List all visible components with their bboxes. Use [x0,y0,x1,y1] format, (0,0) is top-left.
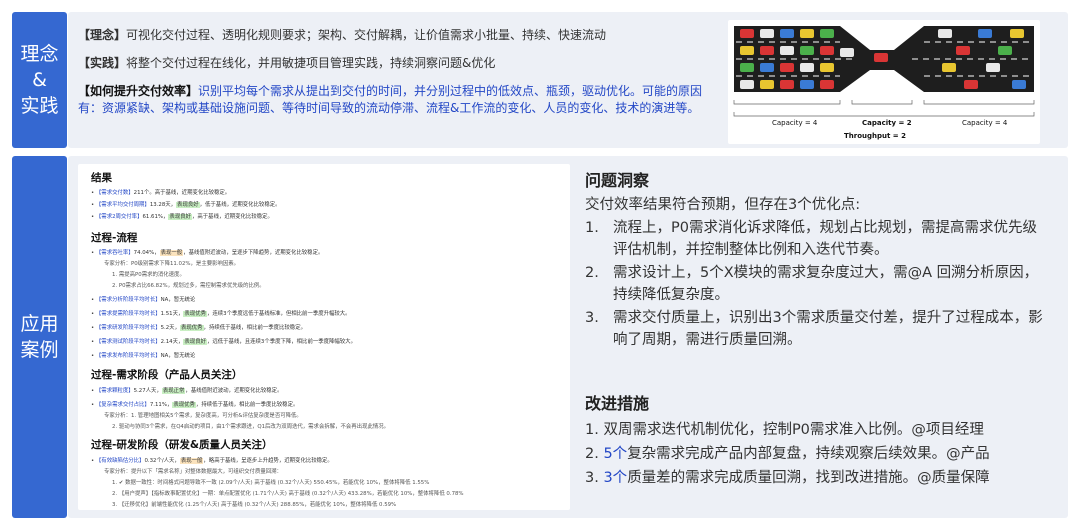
report-screenshot: 结果 • 【需求交付数】211个。高于基线，近期变化比较稳定。 • 【需求平均交… [78,164,570,510]
section-label-line: 理念 [20,43,59,65]
item-number: 3. [585,310,599,326]
tag: 【如何提升交付效率】 [78,84,199,98]
report-subline: 1. 需提高P0需求的消化速度。 [112,272,185,278]
report-heading: 过程-研发阶段（研发&质量人员关注） [91,439,273,451]
section-label-case: 应用 案例 [12,156,67,518]
insight-intro: 交付效率结果符合预期，但存在3个优化点: [585,197,861,213]
report-subline: 2. 驱动与协同3个需求，在Q4启动的项目，由1个需求跟进，Q1后改为双周迭代，… [112,424,390,430]
concept-line-idea: 【理念】可视化交付过程、透明化规则要求；架构、交付解耦，让价值需求小批量、持续、… [78,26,606,43]
improvement-title: 改进措施 [585,394,650,413]
section-label-line: & [32,69,47,91]
capacity-mid-label: Capacity = 2 [862,119,912,127]
text: 将整个交付过程在线化，并用敏捷项目管理实践，持续洞察问题&优化 [126,56,496,70]
improvement-item: 3. 3个质量差的需求完成质量回溯，找到改进措施。@质量保障 [585,470,990,486]
report-line: • 【需求交付数】211个。高于基线，近期变化比较稳定。 [91,190,231,196]
section-label-line: 案例 [20,339,59,361]
report-line: • 【需求吞吐率】74.04%，表现一般，基线值附近波动，呈逐步下降趋势，近期变… [91,250,324,256]
improvement-item: 2. 5个复杂需求完成产品内部复盘，持续观察后续效果。@产品 [585,446,990,462]
item-text: 需求设计上，5个X模块的需求复杂度过大，需@A 回溯分析原因，持续降低复杂度。 [613,265,1039,303]
report-line: • 【需求分析阶段平均时长】NA，暂无统论 [91,297,196,303]
report-line: • 【需求2周交付率】61.61%，表现良好，高于基线，近期变化比较稳定。 [91,214,273,220]
case-panel: 结果 • 【需求交付数】211个。高于基线，近期变化比较稳定。 • 【需求平均交… [68,156,1068,518]
report-subline: 2. P0需求占比66.82%，规划过多，需控制需求优先级的比例。 [112,283,265,289]
insight-item: 3. 需求交付质量上，识别出3个需求质量交付差，提升了过程成本，影响了周期，需进… [585,307,1043,348]
capacity-left-label: Capacity = 4 [772,119,818,127]
report-line: • 【需求测试阶段平均时长】2.14天，表现良好，远低于基线，且连续3个季度下降… [91,339,356,345]
tag: 【理念】 [78,28,127,42]
report-subline: 专家分析：提升以下「需求名称」对整体数据最大，可组织交付质量回溯： [104,469,282,475]
report-line: • 【需求研发阶段平均时长】5.2天，表现优秀，持续低于基线，相比前一季度比较稳… [91,325,306,331]
section-label-line: 应用 [20,313,59,335]
report-heading: 结果 [91,172,112,184]
item-number: 1. [585,220,599,236]
report-subline: 2. 【用户提声】【指标故事配置优化】一期：单点配置优化 (1.71个/人天) … [112,491,464,497]
concept-line-practice: 【实践】将整个交付过程在线化，并用敏捷项目管理实践，持续洞察问题&优化 [78,54,495,71]
concept-line-efficiency: 【如何提升交付效率】识别平均每个需求从提出到交付的时间，并分别过程中的低效点、瓶… [78,83,708,117]
report-heading: 过程-流程 [91,232,138,244]
report-subline: 1. ✔ 数据一致性：时间格式问题导致不一致 (2.09个/人天) 高于基线 (… [112,480,430,486]
section-label-line: 实践 [20,95,59,117]
report-line: • 【需求发布阶段平均时长】NA，暂无统论 [91,353,196,359]
capacity-right-label: Capacity = 4 [962,119,1008,127]
section-label-concept: 理念 & 实践 [12,12,67,148]
tag: 【实践】 [78,56,127,70]
insight-item: 1. 流程上，P0需求消化诉求降低，规划占比规划，需提高需求优先级评估机制，并控… [585,217,1037,258]
report-line: • 【复杂需求交付占比】7.11%，表现优秀，持续低于基线，相比前一季度比较稳定… [91,402,299,408]
insight-title: 问题洞察 [585,171,650,190]
report-subline: 专家分析：P0级别需求下降11.02%，是主要影响因素。 [104,261,240,267]
report-line: • 【需求提需阶段平均时长】1.51天，表现优秀，连续3个季度远低于基线标准，但… [91,311,351,317]
item-number: 2. [585,265,599,281]
report-subline: 专家分析：1. 管理地图相关5个需求，复杂度高，可分析&评估复杂度是否可降低。 [104,413,302,419]
item-text: 流程上，P0需求消化诉求降低，规划占比规划，需提高需求优先级评估机制，并控制整体… [613,220,1037,258]
report-heading: 过程-需求阶段（产品人员关注） [91,369,243,381]
improvement-item: 1. 双周需求迭代机制优化，控制P0需求准入比例。@项目经理 [585,422,984,438]
text: 可视化交付过程、透明化规则要求；架构、交付解耦，让价值需求小批量、持续、快速流动 [126,28,607,42]
item-text: 需求交付质量上，识别出3个需求质量交付差，提升了过程成本，影响了周期，需进行质量… [613,310,1043,348]
report-line: • 【需求颗粒度】5.27人天，表现正常，基线值附近波动，近期变化比较稳定。 [91,388,283,394]
report-line: • 【需求平均交付周期】13.28天，表现良好，低于基线，近期变化比较稳定。 [91,202,281,208]
throughput-label: Throughput = 2 [844,132,906,140]
report-subline: 3. 【迁移优化】前端性能优化 (1.25个/人天) 高于基线 (0.32个/人… [112,502,397,508]
traffic-bottleneck-diagram: Capacity = 4 Capacity = 2 Capacity = 4 T… [728,20,1040,144]
report-line: • 【有效缺陷估分比】0.32个/人天，表现一般，略高于基线，呈逐步上升趋势，近… [91,458,333,464]
insight-item: 2. 需求设计上，5个X模块的需求复杂度过大，需@A 回溯分析原因，持续降低复杂… [585,262,1038,303]
concept-panel: 【理念】可视化交付过程、透明化规则要求；架构、交付解耦，让价值需求小批量、持续、… [68,12,1068,148]
